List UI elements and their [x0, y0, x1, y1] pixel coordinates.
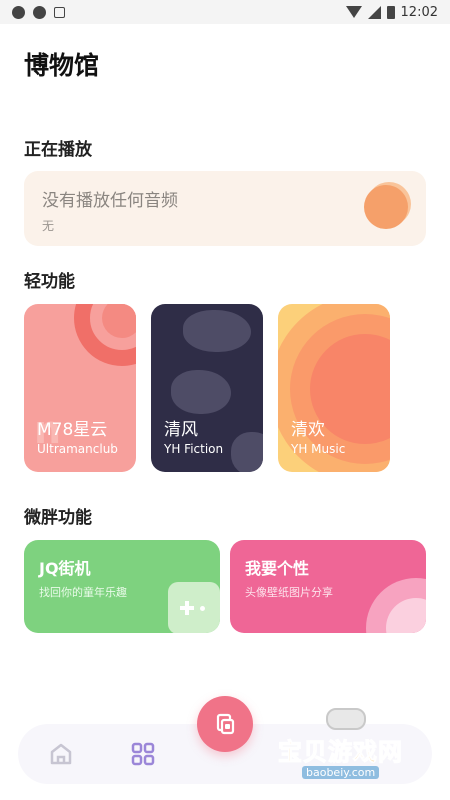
now-playing-subtitle: 无	[42, 219, 55, 233]
now-playing-card[interactable]: 没有播放任何音频 无	[24, 171, 426, 246]
card-subtitle: YH Fiction	[164, 442, 224, 456]
card-title: 我要个性	[245, 559, 310, 578]
home-icon[interactable]	[48, 741, 74, 767]
app-notification-icon	[33, 5, 46, 19]
font-notification-icon	[54, 6, 65, 18]
ultraman-club-card[interactable]: n M78星云 Ultramanclub	[24, 304, 136, 472]
card-title: JQ街机	[39, 559, 91, 578]
watermark-url: baobeiy.com	[302, 766, 380, 779]
decor-blob	[183, 310, 251, 352]
sync-icon	[12, 5, 25, 19]
card-subtitle: YH Music	[291, 442, 346, 456]
gamepad-logo-icon	[326, 708, 366, 730]
apps-icon[interactable]	[130, 741, 156, 767]
disc-icon	[364, 185, 408, 229]
yh-music-card[interactable]: 清欢 YH Music	[278, 304, 390, 472]
weipang-features-section-title: 微胖功能	[24, 508, 92, 528]
fab-button[interactable]	[197, 696, 253, 752]
now-playing-section-title: 正在播放	[24, 140, 92, 160]
watermark-title: 宝贝游戏网	[278, 738, 403, 767]
page-title: 博物馆	[24, 51, 100, 80]
card-title: 清欢	[291, 420, 325, 440]
status-bar: 12:02	[0, 0, 450, 24]
wifi-icon	[345, 6, 362, 18]
card-subtitle: 头像壁纸图片分享	[245, 586, 333, 599]
now-playing-title: 没有播放任何音频	[42, 191, 178, 211]
watermark: 宝贝游戏网 baobeiy.com	[278, 706, 418, 784]
jq-arcade-card[interactable]: JQ街机 找回你的童年乐趣	[24, 540, 220, 633]
decor-blob	[171, 370, 231, 414]
light-features-section-title: 轻功能	[24, 272, 75, 292]
battery-icon	[386, 5, 395, 19]
card-title: M78星云	[37, 420, 108, 440]
decor-blob	[231, 432, 263, 472]
personalize-card[interactable]: 我要个性 头像壁纸图片分享	[230, 540, 426, 633]
signal-icon	[367, 5, 381, 19]
yh-fiction-card[interactable]: 清风 YH Fiction	[151, 304, 263, 472]
card-subtitle: 找回你的童年乐趣	[39, 586, 127, 599]
gamepad-icon	[168, 582, 220, 633]
card-subtitle: Ultramanclub	[37, 442, 118, 456]
document-icon	[216, 713, 235, 735]
card-title: 清风	[164, 420, 198, 440]
status-time: 12:02	[400, 4, 438, 20]
